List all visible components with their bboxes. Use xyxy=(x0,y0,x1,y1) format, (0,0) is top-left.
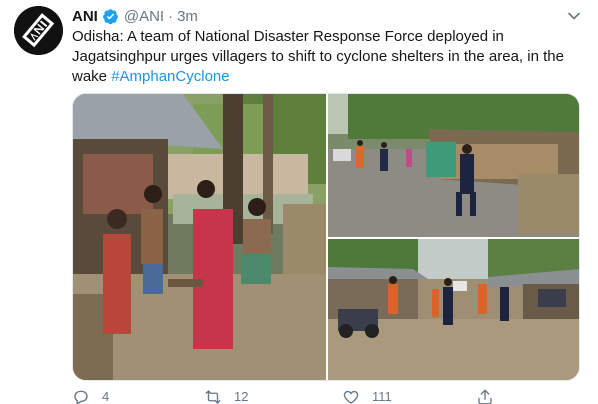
author-handle[interactable]: @ANI xyxy=(124,8,164,25)
heart-icon xyxy=(343,390,359,404)
share-button[interactable] xyxy=(476,388,494,404)
photo-ndrf-village[interactable] xyxy=(328,239,579,380)
tweet-text-line: Odisha: A team of National Disaster Resp… xyxy=(72,28,504,45)
tweet-text: Odisha: A team of National Disaster Resp… xyxy=(72,27,572,87)
retweet-count: 12 xyxy=(234,389,249,404)
tweet-actions: 4 12 111 xyxy=(72,388,502,404)
like-button[interactable]: 111 xyxy=(342,388,392,404)
reply-icon xyxy=(74,390,88,404)
tweet-text-prefix: wake xyxy=(72,68,112,85)
retweet-button[interactable]: 12 xyxy=(204,388,248,404)
tweet-header: ANI @ANI · 3m xyxy=(72,6,198,26)
photo-ndrf-road[interactable] xyxy=(328,94,579,237)
tweet-timestamp[interactable]: 3m xyxy=(177,8,198,25)
tweet-text-line: wake #AmphanCyclone xyxy=(72,67,572,87)
chevron-down-icon[interactable] xyxy=(566,8,582,24)
ani-logo-avatar[interactable] xyxy=(14,6,63,55)
reply-count: 4 xyxy=(102,389,110,404)
tweet-text-line: Jagatsinghpur urges villagers to shift t… xyxy=(72,48,564,65)
author-name[interactable]: ANI xyxy=(72,8,98,25)
retweet-icon xyxy=(205,390,221,404)
reply-button[interactable]: 4 xyxy=(72,388,109,404)
photo-villagers[interactable] xyxy=(73,94,326,380)
tweet[interactable]: ANI @ANI · 3m Odisha: A team of National… xyxy=(0,0,598,404)
media-grid xyxy=(72,93,580,381)
like-count: 111 xyxy=(372,389,392,404)
separator-dot: · xyxy=(168,7,174,25)
share-icon xyxy=(478,389,492,404)
hashtag-link[interactable]: #AmphanCyclone xyxy=(111,68,229,85)
verified-badge-icon xyxy=(102,8,118,24)
